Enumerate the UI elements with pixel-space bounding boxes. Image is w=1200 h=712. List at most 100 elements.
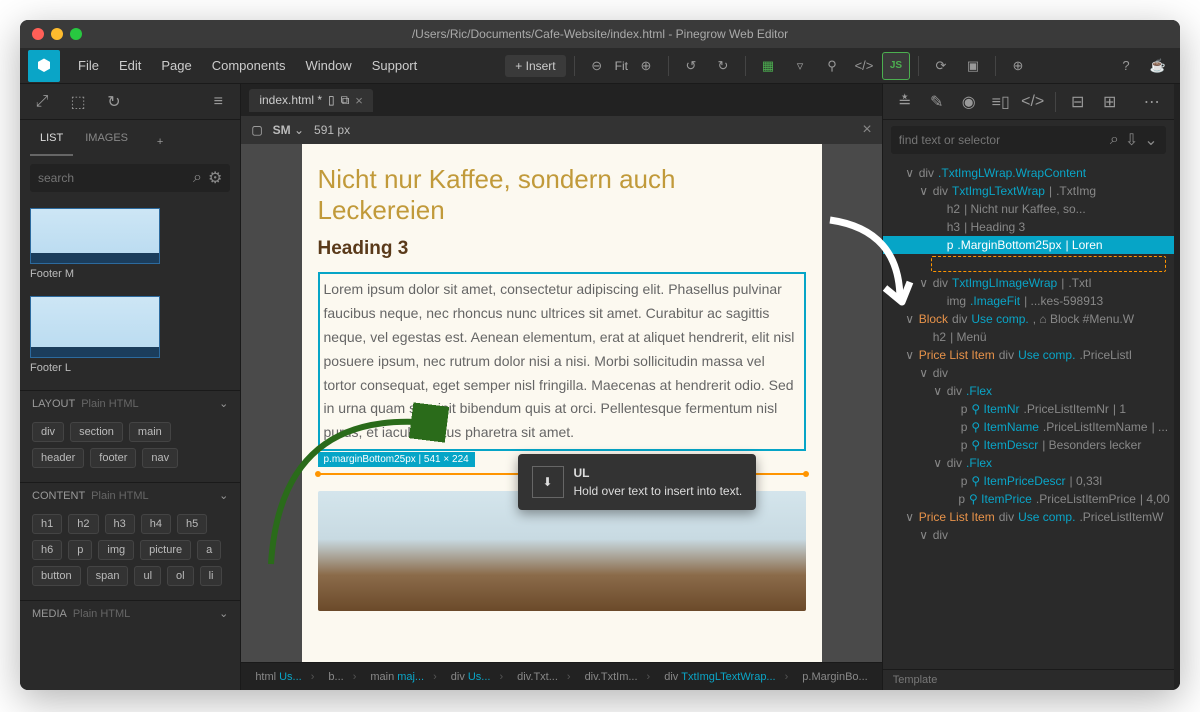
drop-slot[interactable] [931,256,1166,272]
link-icon[interactable]: ⚲ [818,52,846,80]
menu-icon[interactable]: ⋯ [1138,88,1166,116]
chip-section[interactable]: section [70,422,123,442]
crumb[interactable]: b... [322,669,362,685]
menu-file[interactable]: File [70,54,107,77]
undo-icon[interactable]: ↺ [677,52,705,80]
reload-icon[interactable]: ↻ [100,88,128,116]
viewport-size[interactable]: SM ⌄ [273,123,304,137]
device-icon[interactable]: ▯ [1174,362,1180,390]
crumb[interactable]: div TxtImgLTextWrap... [658,669,794,685]
chip-header[interactable]: header [32,448,84,468]
tree-node[interactable]: p.MarginBottom25px | Loren [883,236,1174,254]
code-icon[interactable]: </> [1019,88,1047,116]
duplicate-icon[interactable]: ⧉ [1174,124,1180,152]
more-icon[interactable]: › [1174,396,1180,424]
js-icon[interactable]: JS [882,52,910,80]
section-content[interactable]: CONTENT Plain HTML ⌄ [20,482,240,508]
grid-icon[interactable]: ▦ [754,52,782,80]
flex-icon[interactable]: ≡▯ [987,88,1015,116]
tree-node[interactable]: p ⚲ ItemNr.PriceListItemNr | 1 [883,400,1174,418]
chip-ul[interactable]: ul [134,566,161,586]
brush-icon[interactable]: ✎ [923,88,951,116]
tree-node[interactable]: img.ImageFit | ...kes-598913 [883,292,1174,310]
tree-node[interactable]: ∨div [883,526,1174,544]
chip-h4[interactable]: h4 [141,514,171,534]
add-icon[interactable]: + [146,128,174,156]
minimize-icon[interactable] [51,28,63,40]
help-icon[interactable]: ? [1112,52,1140,80]
tree-node[interactable]: ∨Price List Item div Use comp..PriceList… [883,508,1174,526]
device-icon[interactable]: ▯ [328,93,335,107]
indent-icon[interactable]: ⇤ [1174,260,1180,288]
tree-node[interactable]: h2 | Menü [883,328,1174,346]
fit-label[interactable]: Fit [615,59,628,73]
chip-span[interactable]: span [87,566,129,586]
globe-icon[interactable]: ⊕ [1004,52,1032,80]
tree-node[interactable]: ∨divTxtImgLTextWrap | .TxtImg [883,182,1174,200]
crumb[interactable]: html Us... [249,669,320,685]
up-icon[interactable]: ∧ [1174,192,1180,220]
device-icon[interactable]: ▢ [251,123,262,137]
crumb[interactable]: div.Txt... [511,669,576,685]
maximize-icon[interactable] [70,28,82,40]
zoom-out-icon[interactable]: ⊖ [583,52,611,80]
tree-node[interactable]: p ⚲ ItemName.PriceListItemName | ... [883,418,1174,436]
tree-node[interactable]: ∨div.TxtImgLWrap.WrapContent [883,164,1174,182]
chip-picture[interactable]: picture [140,540,191,560]
down-icon[interactable]: ∨ [1174,226,1180,254]
menu-page[interactable]: Page [153,54,199,77]
close-icon[interactable] [32,28,44,40]
outdent-icon[interactable]: ⇥ [1174,294,1180,322]
tab-images[interactable]: IMAGES [75,128,138,156]
tree-node[interactable]: ∨div.Flex [883,454,1174,472]
coffee-icon[interactable]: ☕ [1144,52,1172,80]
tree-node[interactable]: p ⚲ ItemDescr | Besonders lecker [883,436,1174,454]
chip-main[interactable]: main [129,422,171,442]
file-tab[interactable]: index.html * ▯ ⧉ × [249,89,372,112]
heading-3[interactable]: Heading 3 [318,238,806,260]
copy-icon[interactable]: ⧉ [341,93,350,108]
collapse-icon[interactable]: ≡ [204,88,232,116]
chip-li[interactable]: li [200,566,223,586]
screen-icon[interactable]: ▭ [1174,328,1180,356]
chip-button[interactable]: button [32,566,81,586]
chip-h6[interactable]: h6 [32,540,62,560]
crumb[interactable]: main maj... [364,669,442,685]
tree-node[interactable]: h3 | Heading 3 [883,218,1174,236]
code-icon[interactable]: </> [850,52,878,80]
tree-node[interactable]: ∨divTxtImgLImageWrap | .TxtI [883,274,1174,292]
section-media[interactable]: MEDIA Plain HTML ⌄ [20,600,240,626]
tree-node[interactable]: ∨Block div Use comp., ⌂ Block #Menu.W [883,310,1174,328]
tree-node[interactable]: ∨Price List Item div Use comp..PriceList… [883,346,1174,364]
chevron-down-icon[interactable]: ▿ [786,52,814,80]
tree-icon[interactable]: ⊟ [1064,88,1092,116]
chip-footer[interactable]: footer [90,448,136,468]
crumb[interactable]: div.TxtIm... [579,669,657,685]
zoom-in-icon[interactable]: ⊕ [632,52,660,80]
browser-icon[interactable]: ▣ [959,52,987,80]
paragraph[interactable]: Lorem ipsum dolor sit amet, consectetur … [318,272,806,451]
tree-node[interactable]: ∨div.Flex [883,382,1174,400]
page-preview[interactable]: Nicht nur Kaffee, sondern auch Leckereie… [302,144,822,662]
search-icon[interactable]: ⌕ [1110,131,1119,149]
insert-button[interactable]: + Insert [505,55,565,77]
chip-h2[interactable]: h2 [68,514,98,534]
chip-h5[interactable]: h5 [177,514,207,534]
refresh-icon[interactable]: ⟳ [927,52,955,80]
menu-support[interactable]: Support [364,54,426,77]
heading-2[interactable]: Nicht nur Kaffee, sondern auch Leckereie… [318,164,806,226]
tab-list[interactable]: LIST [30,128,73,156]
search-input[interactable] [38,171,193,185]
menu-components[interactable]: Components [204,54,294,77]
tree-node[interactable]: p ⚲ ItemPriceDescr | 0,33l [883,472,1174,490]
chip-h3[interactable]: h3 [105,514,135,534]
crumb[interactable]: div Us... [445,669,509,685]
chip-ol[interactable]: ol [167,566,194,586]
redo-icon[interactable]: ↻ [709,52,737,80]
chip-nav[interactable]: nav [142,448,178,468]
panel-icon[interactable]: ⤢ [28,88,56,116]
search-icon[interactable]: ⌕ [193,169,202,187]
box-icon[interactable]: ⬚ [64,88,92,116]
plugin-icon[interactable]: ⊞ [1096,88,1124,116]
close-icon[interactable]: × [355,93,363,108]
